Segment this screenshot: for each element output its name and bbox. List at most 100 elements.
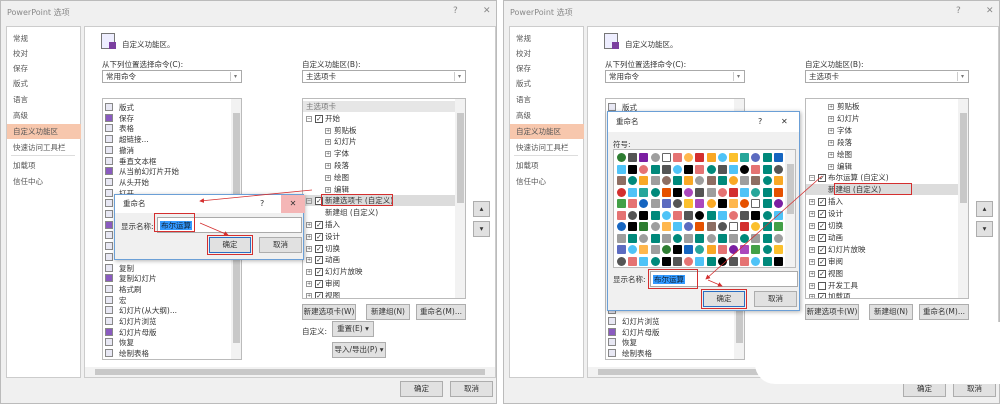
tree-item[interactable]: + ✓ 幻灯片放映 (303, 266, 455, 277)
expand-toggle-icon[interactable]: + (809, 223, 815, 229)
tree-item[interactable]: + 字体 (806, 125, 958, 136)
symbol-icon[interactable] (706, 176, 716, 185)
symbol-icon[interactable] (673, 153, 682, 162)
expand-toggle-icon[interactable]: + (306, 281, 312, 287)
symbol-icon[interactable] (762, 176, 772, 185)
nav-item[interactable]: 常规 (7, 31, 81, 46)
checkbox[interactable]: ✓ (818, 222, 826, 230)
command-item[interactable]: 绘制表格 (103, 348, 231, 359)
tree-item[interactable]: + 剪贴板 (806, 101, 958, 112)
symbol-icon[interactable] (673, 256, 682, 266)
symbol-icon[interactable] (695, 164, 705, 174)
choose-commands-dropdown[interactable]: 常用命令 ▾ (102, 70, 242, 83)
move-up-button[interactable]: ▴ (976, 201, 993, 217)
symbol-icon[interactable] (628, 176, 638, 185)
symbol-icon[interactable] (762, 187, 772, 197)
symbol-icon[interactable] (661, 256, 671, 266)
expand-toggle-icon[interactable]: + (828, 163, 834, 170)
symbol-icon[interactable] (729, 199, 738, 208)
expand-toggle-icon[interactable]: + (325, 151, 331, 158)
tree-item[interactable]: + ✓ 切换 (806, 220, 958, 231)
tree-item[interactable]: + 段落 (806, 137, 958, 148)
symbol-icon[interactable] (762, 245, 772, 254)
checkbox[interactable]: ✓ (315, 256, 323, 265)
customize-ribbon-dropdown[interactable]: 主选项卡 ▾ (805, 70, 969, 83)
symbol-icon[interactable] (729, 187, 738, 197)
symbol-icon[interactable] (751, 164, 761, 174)
symbol-icon[interactable] (684, 199, 694, 208)
nav-item[interactable]: 保存 (7, 61, 81, 76)
nav-item[interactable]: 保存 (510, 61, 584, 76)
horizontal-scrollbar[interactable] (85, 367, 495, 377)
symbol-icon[interactable] (773, 245, 783, 254)
expand-toggle-icon[interactable]: + (809, 282, 815, 289)
symbol-icon[interactable] (717, 176, 727, 185)
command-item[interactable]: 幻灯片母版 (606, 327, 734, 338)
symbol-icon[interactable] (706, 245, 716, 254)
symbol-icon[interactable] (706, 187, 716, 197)
expand-toggle-icon[interactable]: − (809, 175, 815, 182)
scroll-thumb[interactable] (960, 113, 967, 203)
symbol-icon[interactable] (650, 222, 660, 231)
symbol-icon[interactable] (695, 256, 705, 266)
checkbox[interactable]: ✓ (315, 268, 323, 277)
symbol-icon[interactable] (617, 199, 626, 208)
chevron-down-icon[interactable]: ▾ (957, 72, 967, 81)
symbol-icon[interactable] (628, 164, 638, 174)
tree-item[interactable]: + 幻灯片 (806, 113, 958, 124)
symbol-icon[interactable] (751, 256, 761, 266)
symbol-icon[interactable] (717, 153, 727, 162)
nav-item[interactable]: 语言 (510, 92, 584, 107)
tree-item[interactable]: + ✓ 设计 (806, 208, 958, 219)
tree-item[interactable]: + ✓ 插入 (806, 196, 958, 207)
symbol-icon[interactable] (773, 153, 783, 162)
command-item[interactable]: 恢复 (103, 337, 231, 348)
dialog-cancel-button[interactable]: 取消 (754, 291, 797, 307)
help-button[interactable]: ? (260, 199, 264, 208)
symbol-icon[interactable] (706, 222, 716, 231)
nav-item[interactable]: 高级 (7, 108, 81, 123)
symbol-icon[interactable] (639, 210, 649, 220)
symbol-icon[interactable] (695, 153, 705, 162)
checkbox[interactable]: ✓ (315, 221, 323, 229)
symbol-icon[interactable] (773, 199, 783, 208)
symbol-icon[interactable] (706, 153, 716, 162)
symbol-icon[interactable] (661, 187, 671, 197)
symbol-icon[interactable] (617, 256, 626, 266)
symbol-icon[interactable] (684, 210, 694, 220)
expand-toggle-icon[interactable]: + (828, 115, 834, 122)
chevron-down-icon[interactable]: ▾ (454, 72, 464, 81)
symbol-icon[interactable] (650, 210, 660, 220)
symbol-icon[interactable] (617, 210, 626, 220)
nav-item[interactable]: 常规 (510, 31, 584, 46)
command-item[interactable]: 撤消 (103, 145, 231, 156)
symbol-icon[interactable] (729, 245, 738, 254)
symbol-icon[interactable] (628, 256, 638, 266)
checkbox[interactable]: ✓ (315, 244, 323, 253)
tree-item[interactable]: + ✓ 动画 (303, 254, 455, 265)
expand-toggle-icon[interactable]: + (306, 245, 312, 252)
symbol-icon[interactable] (751, 153, 761, 162)
expand-toggle-icon[interactable]: + (828, 127, 834, 134)
tree-item[interactable]: 新建组 (自定义) (303, 207, 455, 218)
tree-button[interactable]: 重命名(M)... (416, 304, 466, 320)
symbol-icon[interactable] (695, 233, 705, 243)
move-up-button[interactable]: ▴ (473, 201, 490, 217)
symbol-icon[interactable] (695, 199, 705, 208)
checkbox[interactable]: ✓ (315, 232, 323, 241)
checkbox[interactable]: ✓ (818, 233, 826, 242)
nav-item[interactable]: 加载项 (510, 158, 584, 173)
symbol-icon[interactable] (628, 245, 638, 254)
symbol-icon[interactable] (628, 153, 638, 162)
tree-button[interactable]: 新建选项卡(W) (302, 304, 356, 320)
command-item[interactable]: 保存 (103, 113, 231, 124)
symbol-icon[interactable] (628, 222, 638, 231)
symbol-icon[interactable] (617, 176, 626, 185)
symbol-icon[interactable] (617, 245, 626, 254)
tree-item[interactable]: + 绘图 (303, 172, 455, 183)
command-item[interactable]: 幻灯片(从大纲)... (103, 305, 231, 316)
symbol-icon[interactable] (773, 210, 783, 220)
tree-item[interactable]: + ✓ 切换 (303, 243, 455, 254)
scroll-thumb[interactable] (787, 164, 794, 214)
symbol-icon[interactable] (684, 245, 694, 254)
